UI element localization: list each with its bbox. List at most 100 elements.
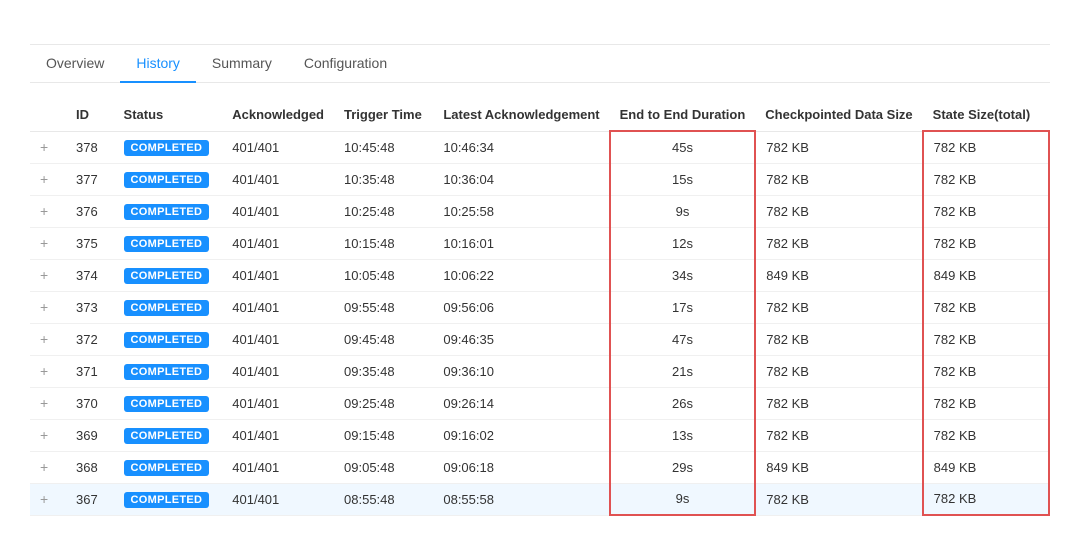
expand-cell[interactable]: +: [30, 195, 66, 227]
row-latest-ack: 10:06:22: [433, 259, 609, 291]
tab-history[interactable]: History: [120, 45, 196, 83]
row-id: 368: [66, 451, 114, 483]
row-id: 370: [66, 387, 114, 419]
history-table-container: ID Status Acknowledged Trigger Time Late…: [30, 99, 1050, 516]
row-latest-ack: 09:06:18: [433, 451, 609, 483]
expand-cell[interactable]: +: [30, 291, 66, 323]
row-acknowledged: 401/401: [222, 355, 334, 387]
row-acknowledged: 401/401: [222, 227, 334, 259]
row-latest-ack: 09:46:35: [433, 323, 609, 355]
table-row: + 373 COMPLETED 401/401 09:55:48 09:56:0…: [30, 291, 1049, 323]
row-checkpoint-data: 782 KB: [755, 419, 922, 451]
expand-icon[interactable]: +: [40, 427, 56, 443]
table-row: + 374 COMPLETED 401/401 10:05:48 10:06:2…: [30, 259, 1049, 291]
table-row: + 367 COMPLETED 401/401 08:55:48 08:55:5…: [30, 483, 1049, 515]
row-checkpoint-data: 849 KB: [755, 451, 922, 483]
table-row: + 378 COMPLETED 401/401 10:45:48 10:46:3…: [30, 131, 1049, 163]
row-latest-ack: 09:16:02: [433, 419, 609, 451]
expand-icon[interactable]: +: [40, 267, 56, 283]
row-state-size: 782 KB: [923, 227, 1049, 259]
expand-icon[interactable]: +: [40, 203, 56, 219]
row-state-size: 782 KB: [923, 323, 1049, 355]
col-header-checkpoint: Checkpointed Data Size: [755, 99, 922, 131]
row-state-size: 849 KB: [923, 259, 1049, 291]
col-header-expand: [30, 99, 66, 131]
row-trigger-time: 10:35:48: [334, 163, 433, 195]
expand-icon[interactable]: +: [40, 139, 56, 155]
expand-icon[interactable]: +: [40, 459, 56, 475]
row-trigger-time: 09:45:48: [334, 323, 433, 355]
col-header-trigger-time: Trigger Time: [334, 99, 433, 131]
col-header-id: ID: [66, 99, 114, 131]
row-trigger-time: 09:05:48: [334, 451, 433, 483]
status-badge: COMPLETED: [124, 332, 210, 348]
row-status: COMPLETED: [114, 131, 223, 163]
row-acknowledged: 401/401: [222, 483, 334, 515]
tab-summary[interactable]: Summary: [196, 45, 288, 83]
row-status: COMPLETED: [114, 163, 223, 195]
tab-overview[interactable]: Overview: [30, 45, 120, 83]
row-status: COMPLETED: [114, 355, 223, 387]
row-status: COMPLETED: [114, 259, 223, 291]
expand-icon[interactable]: +: [40, 491, 56, 507]
row-status: COMPLETED: [114, 195, 223, 227]
table-row: + 371 COMPLETED 401/401 09:35:48 09:36:1…: [30, 355, 1049, 387]
col-header-acknowledged: Acknowledged: [222, 99, 334, 131]
table-row: + 370 COMPLETED 401/401 09:25:48 09:26:1…: [30, 387, 1049, 419]
row-checkpoint-data: 782 KB: [755, 291, 922, 323]
expand-cell[interactable]: +: [30, 387, 66, 419]
row-e2e-duration: 26s: [610, 387, 756, 419]
row-acknowledged: 401/401: [222, 163, 334, 195]
row-e2e-duration: 12s: [610, 227, 756, 259]
row-checkpoint-data: 782 KB: [755, 163, 922, 195]
row-e2e-duration: 21s: [610, 355, 756, 387]
row-trigger-time: 09:35:48: [334, 355, 433, 387]
status-badge: COMPLETED: [124, 172, 210, 188]
expand-icon[interactable]: +: [40, 235, 56, 251]
expand-cell[interactable]: +: [30, 323, 66, 355]
status-badge: COMPLETED: [124, 236, 210, 252]
row-latest-ack: 09:26:14: [433, 387, 609, 419]
expand-icon[interactable]: +: [40, 363, 56, 379]
row-checkpoint-data: 849 KB: [755, 259, 922, 291]
expand-icon[interactable]: +: [40, 395, 56, 411]
row-e2e-duration: 9s: [610, 195, 756, 227]
status-badge: COMPLETED: [124, 204, 210, 220]
table-row: + 375 COMPLETED 401/401 10:15:48 10:16:0…: [30, 227, 1049, 259]
col-header-e2e-duration: End to End Duration: [610, 99, 756, 131]
row-checkpoint-data: 782 KB: [755, 195, 922, 227]
row-e2e-duration: 29s: [610, 451, 756, 483]
expand-icon[interactable]: +: [40, 299, 56, 315]
page-container: Overview History Summary Configuration I…: [0, 0, 1080, 536]
expand-cell[interactable]: +: [30, 259, 66, 291]
expand-cell[interactable]: +: [30, 227, 66, 259]
row-checkpoint-data: 782 KB: [755, 483, 922, 515]
table-row: + 368 COMPLETED 401/401 09:05:48 09:06:1…: [30, 451, 1049, 483]
row-acknowledged: 401/401: [222, 259, 334, 291]
status-badge: COMPLETED: [124, 428, 210, 444]
expand-cell[interactable]: +: [30, 355, 66, 387]
expand-cell[interactable]: +: [30, 131, 66, 163]
row-acknowledged: 401/401: [222, 323, 334, 355]
tab-configuration[interactable]: Configuration: [288, 45, 403, 83]
row-id: 374: [66, 259, 114, 291]
row-trigger-time: 09:55:48: [334, 291, 433, 323]
row-e2e-duration: 45s: [610, 131, 756, 163]
row-trigger-time: 10:15:48: [334, 227, 433, 259]
row-trigger-time: 10:25:48: [334, 195, 433, 227]
row-latest-ack: 10:25:58: [433, 195, 609, 227]
expand-cell[interactable]: +: [30, 483, 66, 515]
expand-icon[interactable]: +: [40, 331, 56, 347]
status-badge: COMPLETED: [124, 140, 210, 156]
row-status: COMPLETED: [114, 227, 223, 259]
expand-cell[interactable]: +: [30, 163, 66, 195]
expand-cell[interactable]: +: [30, 419, 66, 451]
row-state-size: 849 KB: [923, 451, 1049, 483]
expand-cell[interactable]: +: [30, 451, 66, 483]
table-row: + 372 COMPLETED 401/401 09:45:48 09:46:3…: [30, 323, 1049, 355]
table-header-row: ID Status Acknowledged Trigger Time Late…: [30, 99, 1049, 131]
row-trigger-time: 08:55:48: [334, 483, 433, 515]
row-state-size: 782 KB: [923, 419, 1049, 451]
expand-icon[interactable]: +: [40, 171, 56, 187]
row-checkpoint-data: 782 KB: [755, 355, 922, 387]
